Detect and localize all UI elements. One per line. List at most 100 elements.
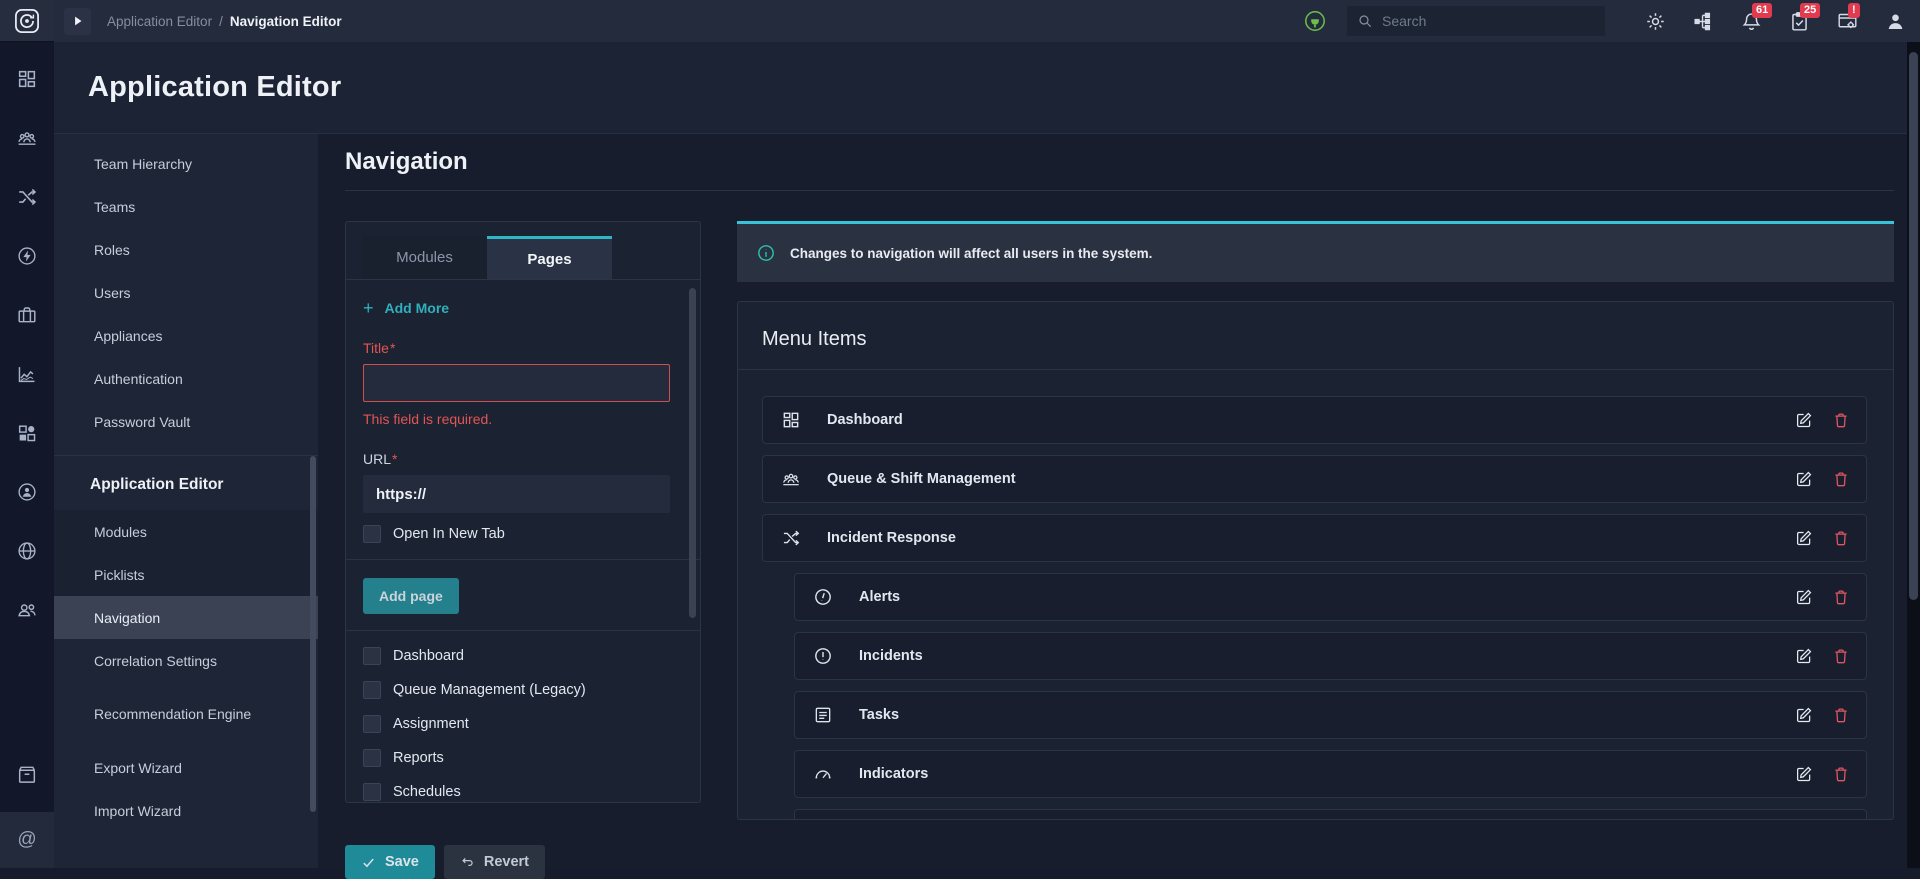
dashboard-icon[interactable] <box>16 68 38 90</box>
page-checkbox[interactable] <box>363 647 381 665</box>
page-checkbox[interactable] <box>363 715 381 733</box>
modules-icon[interactable] <box>16 422 38 444</box>
breadcrumb-parent[interactable]: Application Editor <box>107 14 212 29</box>
breadcrumb: Application Editor / Navigation Editor <box>107 14 342 29</box>
delete-menu-item-button[interactable] <box>1832 765 1850 783</box>
open-in-new-tab-option[interactable]: Open In New Tab <box>363 525 670 543</box>
tab-pages[interactable]: Pages <box>487 236 612 279</box>
page-option-dashboard[interactable]: Dashboard <box>363 647 670 665</box>
integrations-icon[interactable] <box>1693 11 1714 32</box>
threat-intel-icon[interactable] <box>16 540 38 562</box>
title-field[interactable] <box>363 364 670 402</box>
edit-menu-item-button[interactable] <box>1795 411 1813 429</box>
edit-menu-item-button[interactable] <box>1795 588 1813 606</box>
app-logo[interactable] <box>0 0 54 42</box>
edit-menu-item-button[interactable] <box>1795 470 1813 488</box>
delete-menu-item-button[interactable] <box>1832 411 1850 429</box>
incident-circle-icon <box>813 646 833 666</box>
assets-icon[interactable] <box>16 304 38 326</box>
sidebar-item-authentication[interactable]: Authentication <box>54 357 318 400</box>
page-scrollbar[interactable] <box>1907 42 1920 868</box>
incident-response-icon[interactable] <box>16 186 38 208</box>
add-page-button[interactable]: Add page <box>363 578 459 614</box>
sidebar-item-correlation-settings[interactable]: Correlation Settings <box>54 639 318 682</box>
sidebar-item-import-wizard[interactable]: Import Wizard <box>54 789 318 832</box>
sidebar-item-roles[interactable]: Roles <box>54 228 318 271</box>
sidebar-item-users[interactable]: Users <box>54 271 318 314</box>
queue-management-icon[interactable] <box>16 127 38 149</box>
menu-item-row[interactable]: Queue & Shift Management <box>762 455 1867 503</box>
menu-item-row[interactable]: Incidents <box>794 632 1867 680</box>
page-option-schedules[interactable]: Schedules <box>363 783 670 801</box>
page-scrollbar-thumb[interactable] <box>1909 52 1918 600</box>
editor-scrollbar-thumb[interactable] <box>689 288 696 618</box>
sidebar-item-team-hierarchy[interactable]: Team Hierarchy <box>54 142 318 185</box>
delete-menu-item-button[interactable] <box>1832 529 1850 547</box>
expand-nav-button[interactable] <box>64 7 91 35</box>
menu-items-title: Menu Items <box>762 328 867 350</box>
page-checkbox[interactable] <box>363 749 381 767</box>
war-room-icon[interactable] <box>16 481 38 503</box>
notifications-bell-icon[interactable]: 61 <box>1741 2 1773 32</box>
people-icon[interactable] <box>16 599 38 621</box>
archive-icon[interactable] <box>16 764 38 786</box>
queue-icon <box>781 469 801 489</box>
menu-item-row[interactable]: Tasks <box>794 691 1867 739</box>
system-status-icon[interactable]: ! <box>1837 2 1860 32</box>
delete-menu-item-button[interactable] <box>1832 470 1850 488</box>
url-field-label: URL* <box>363 451 398 467</box>
icon-rail: @ <box>0 0 54 868</box>
sidebar-item-recommendation-engine[interactable]: Recommendation Engine <box>54 682 318 746</box>
alert-circle-icon <box>810 584 835 609</box>
delete-menu-item-button[interactable] <box>1832 706 1850 724</box>
reports-icon[interactable] <box>16 363 38 385</box>
tab-modules[interactable]: Modules <box>362 236 487 279</box>
url-field[interactable] <box>363 475 670 513</box>
page-option-queue-management-legacy[interactable]: Queue Management (Legacy) <box>363 681 670 699</box>
mentions-icon[interactable]: @ <box>17 829 36 851</box>
connectors-status-icon[interactable] <box>1303 9 1327 33</box>
automation-icon[interactable] <box>16 245 38 267</box>
add-more-link[interactable]: + Add More <box>363 298 670 318</box>
page-option-reports[interactable]: Reports <box>363 749 670 767</box>
dashboard-icon <box>781 410 801 430</box>
edit-menu-item-button[interactable] <box>1795 529 1813 547</box>
sidebar-scrollbar-thumb[interactable] <box>310 456 316 812</box>
page-checkbox[interactable] <box>363 783 381 801</box>
sidebar-item-navigation[interactable]: Navigation <box>54 596 318 639</box>
menu-item-row[interactable]: Incident Response <box>762 514 1867 562</box>
sidebar-item-appliances[interactable]: Appliances <box>54 314 318 357</box>
add-more-label: Add More <box>384 300 450 316</box>
sidebar-item-export-wizard[interactable]: Export Wizard <box>54 746 318 789</box>
menu-item-row[interactable]: Indicators <box>794 750 1867 798</box>
approvals-clipboard-icon[interactable]: 25 <box>1789 2 1821 32</box>
info-banner-text: Changes to navigation will affect all us… <box>790 245 1153 261</box>
page-checkbox[interactable] <box>363 681 381 699</box>
revert-button[interactable]: Revert <box>443 845 546 879</box>
approvals-badge: 25 <box>1800 2 1821 18</box>
search-input[interactable] <box>1382 13 1595 29</box>
global-search[interactable] <box>1347 6 1605 36</box>
sidebar-item-teams[interactable]: Teams <box>54 185 318 228</box>
delete-menu-item-button[interactable] <box>1832 588 1850 606</box>
user-avatar-icon[interactable] <box>1885 11 1906 32</box>
save-button[interactable]: Save <box>345 845 435 879</box>
menu-items-divider <box>738 369 1893 370</box>
edit-menu-item-button[interactable] <box>1795 765 1813 783</box>
open-in-new-tab-checkbox[interactable] <box>363 525 381 543</box>
breadcrumb-current: Navigation Editor <box>229 13 342 29</box>
menu-item-row[interactable]: Dashboard <box>762 396 1867 444</box>
page-option-assignment[interactable]: Assignment <box>363 715 670 733</box>
sidebar-item-modules[interactable]: Modules <box>54 510 318 553</box>
sidebar-item-password-vault[interactable]: Password Vault <box>54 400 318 443</box>
info-banner: Changes to navigation will affect all us… <box>737 221 1894 282</box>
edit-menu-item-button[interactable] <box>1795 706 1813 724</box>
sidebar-item-picklists[interactable]: Picklists <box>54 553 318 596</box>
menu-item-row[interactable]: Alerts <box>794 573 1867 621</box>
rail-bottom-strip: @ <box>0 812 54 868</box>
delete-menu-item-button[interactable] <box>1832 647 1850 665</box>
edit-menu-item-button[interactable] <box>1795 647 1813 665</box>
plus-icon: + <box>363 298 374 318</box>
menu-item-row-partial[interactable] <box>794 809 1867 819</box>
settings-gear-icon[interactable] <box>1645 11 1666 32</box>
